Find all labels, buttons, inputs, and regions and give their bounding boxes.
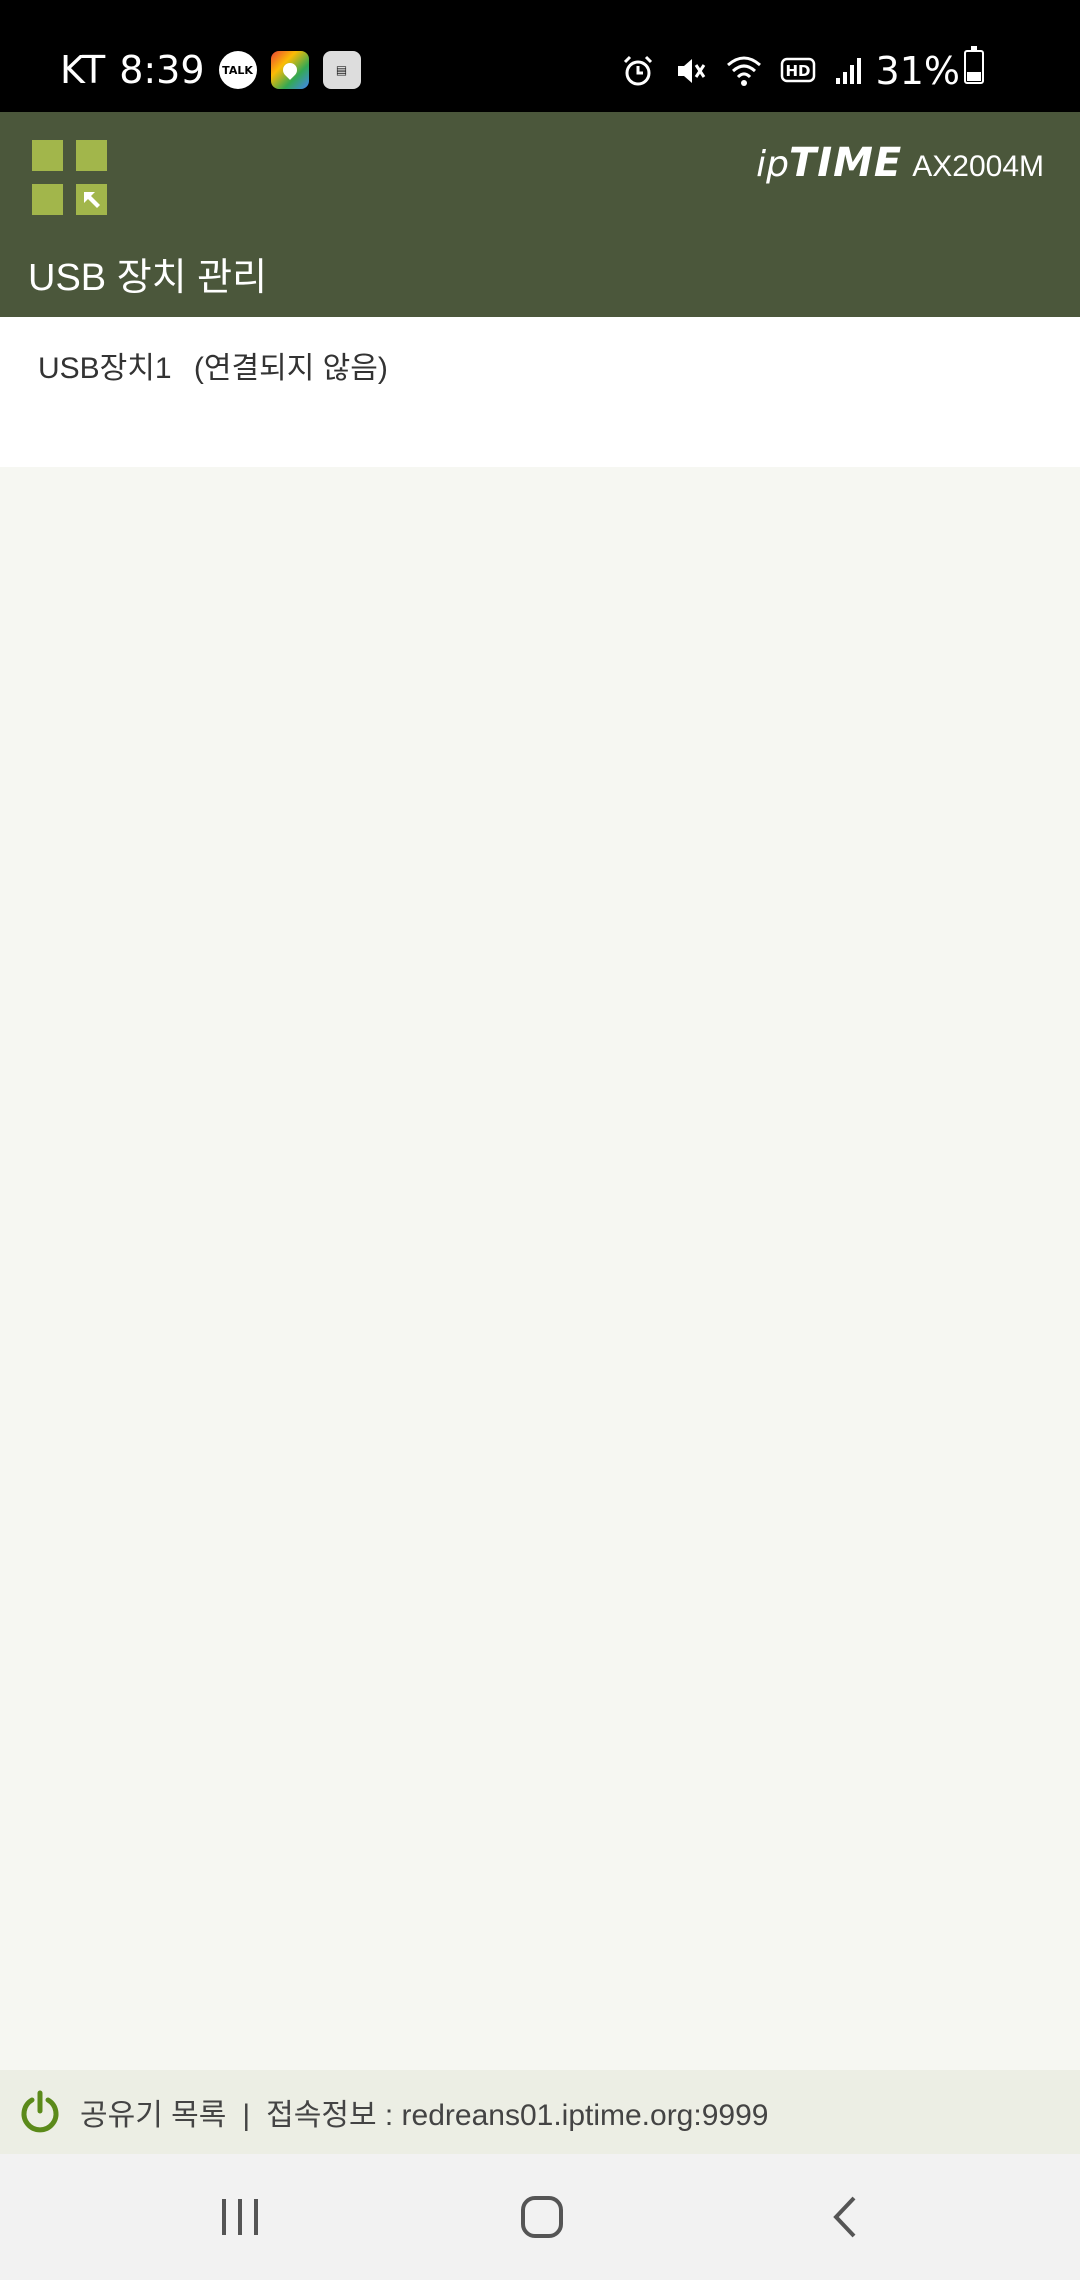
menu-tile <box>32 140 63 171</box>
mute-icon <box>672 53 708 89</box>
status-bar: KT 8:39 TALK ▤ HD 31% <box>0 0 1080 112</box>
wifi-icon <box>724 53 764 89</box>
footer-info: 공유기 목록 | 접속정보 : redreans01.iptime.org:9999 <box>80 2090 768 2134</box>
menu-tile <box>76 140 107 171</box>
brand-time: TIME <box>788 140 903 186</box>
usb-device-item[interactable]: USB장치1 (연결되지 않음) <box>38 343 388 387</box>
router-list-link[interactable]: 공유기 목록 <box>80 2099 226 2132</box>
talk-icon: TALK <box>218 51 257 89</box>
main-menu-button[interactable] <box>32 140 107 215</box>
app-header: ip TIME AX2004M USB 장치 관리 <box>0 112 1080 317</box>
svg-text:HD: HD <box>785 62 810 80</box>
home-button[interactable] <box>442 2154 642 2280</box>
battery-icon <box>964 46 984 84</box>
router-model: AX2004M <box>912 150 1044 183</box>
battery-percent: 31% <box>875 49 960 93</box>
usb-device-status: (연결되지 않음) <box>193 352 388 385</box>
footer-bar: 공유기 목록 | 접속정보 : redreans01.iptime.org:9999 <box>0 2070 1080 2154</box>
recent-apps-button[interactable] <box>140 2154 340 2280</box>
map-icon <box>270 51 309 89</box>
footer-separator: | <box>242 2099 251 2132</box>
alarm-icon <box>620 53 656 89</box>
brand-ip: ip <box>756 144 789 185</box>
back-button[interactable] <box>745 2154 945 2280</box>
arrow-up-left-icon <box>76 184 107 215</box>
power-icon[interactable] <box>14 2086 66 2138</box>
screen: KT 8:39 TALK ▤ HD 31% ip TIME AX2004M US… <box>0 0 1080 2280</box>
news-icon: ▤ <box>322 51 361 89</box>
connection-info: 접속정보 : redreans01.iptime.org:9999 <box>266 2099 769 2132</box>
system-nav-bar <box>0 2154 1080 2280</box>
usb-device-list: USB장치1 (연결되지 않음) <box>0 317 1080 467</box>
clock: 8:39 <box>119 48 205 92</box>
back-icon <box>833 2196 856 2238</box>
brand-logo: ip TIME AX2004M <box>756 140 1044 186</box>
status-left: KT 8:39 TALK ▤ <box>60 40 361 100</box>
status-right: HD 31% <box>604 44 960 98</box>
menu-tile <box>32 184 63 215</box>
page-title: USB 장치 관리 <box>28 257 268 299</box>
recent-apps-icon <box>222 2199 258 2235</box>
usb-device-name: USB장치1 <box>38 352 172 385</box>
signal-icon <box>834 56 864 86</box>
talk-icon-label: TALK <box>222 63 253 77</box>
carrier-label: KT <box>60 48 106 92</box>
hd-voice-icon: HD <box>780 56 818 86</box>
home-icon <box>521 2196 563 2238</box>
